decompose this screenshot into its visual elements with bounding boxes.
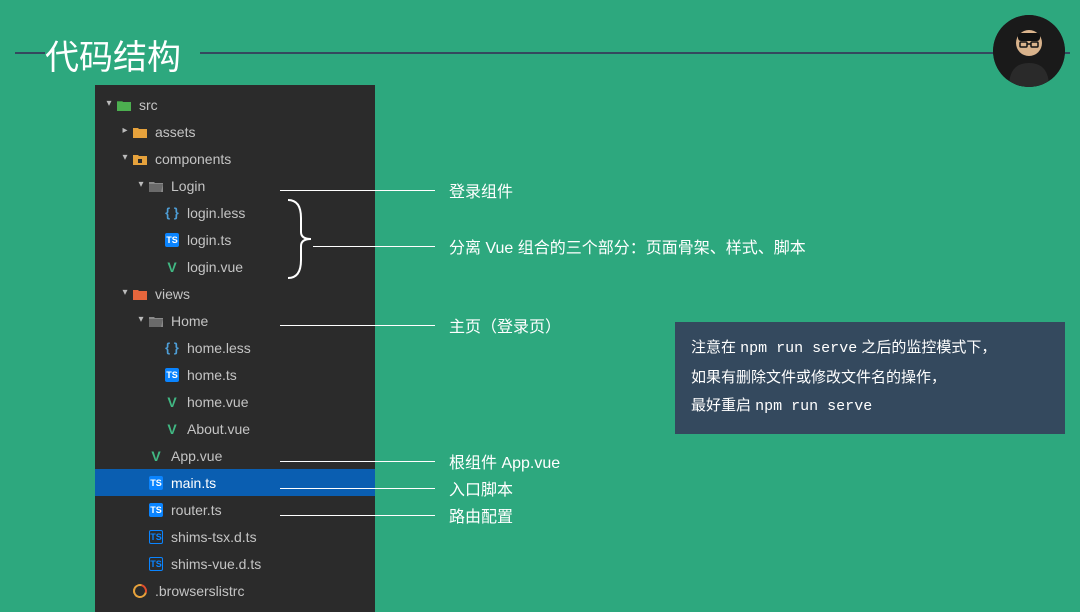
title-line-right	[200, 52, 1070, 54]
folder-src-icon	[115, 96, 133, 114]
tree-label: Home	[171, 313, 208, 329]
callout-line	[280, 325, 435, 326]
folder-assets-icon	[131, 123, 149, 141]
callout-text: 入口脚本	[449, 476, 513, 500]
ts-icon: TS	[163, 366, 181, 384]
tree-item-shims-vue[interactable]: TS shims-vue.d.ts	[95, 550, 375, 577]
tree-label: login.ts	[187, 232, 231, 248]
vue-icon: V	[163, 393, 181, 411]
tree-label: home.vue	[187, 394, 248, 410]
tree-item-views[interactable]: ▾ views	[95, 280, 375, 307]
tree-label: home.less	[187, 340, 251, 356]
brace-icon	[283, 198, 313, 280]
note-box: 注意在 npm run serve 之后的监控模式下， 如果有删除文件或修改文件…	[675, 322, 1065, 434]
folder-open-icon	[147, 177, 165, 195]
chevron-down-icon: ▾	[103, 98, 115, 109]
folder-components-icon	[131, 150, 149, 168]
dts-icon: TS	[147, 555, 165, 573]
tree-label: Login	[171, 178, 205, 194]
callout-text: 主页（登录页）	[449, 313, 561, 337]
note-line-2: 如果有删除文件或修改文件名的操作，	[691, 364, 1049, 393]
tree-label: views	[155, 286, 190, 302]
tree-item-home-vue[interactable]: V home.vue	[95, 388, 375, 415]
ts-icon: TS	[147, 474, 165, 492]
tree-item-assets[interactable]: ▸ assets	[95, 118, 375, 145]
tree-label: main.ts	[171, 475, 216, 491]
tree-label: shims-vue.d.ts	[171, 556, 261, 572]
vue-icon: V	[163, 258, 181, 276]
callout-text: 分离 Vue 组合的三个部分：页面骨架、样式、脚本	[449, 234, 806, 258]
tree-label: router.ts	[171, 502, 222, 518]
note-line-1: 注意在 npm run serve 之后的监控模式下，	[691, 334, 1049, 364]
tree-label: About.vue	[187, 421, 250, 437]
chevron-down-icon: ▾	[135, 314, 147, 325]
dts-icon: TS	[147, 528, 165, 546]
tree-label: home.ts	[187, 367, 237, 383]
less-icon: { }	[163, 204, 181, 222]
note-code: npm run serve	[755, 398, 872, 415]
folder-views-icon	[131, 285, 149, 303]
callout-text: 根组件 App.vue	[449, 449, 560, 473]
chevron-down-icon: ▾	[119, 287, 131, 298]
tree-item-home-ts[interactable]: TS home.ts	[95, 361, 375, 388]
callout-app: 根组件 App.vue	[280, 449, 560, 473]
callout-home: 主页（登录页）	[280, 313, 561, 337]
avatar	[993, 15, 1065, 87]
vue-icon: V	[147, 447, 165, 465]
less-icon: { }	[163, 339, 181, 357]
page-title: 代码结构	[45, 30, 181, 79]
tree-label: .browserslistrc	[155, 583, 244, 599]
callout-line	[280, 190, 435, 191]
chevron-right-icon: ▸	[119, 125, 131, 136]
tree-label: shims-tsx.d.ts	[171, 529, 257, 545]
callout-router: 路由配置	[280, 503, 513, 527]
note-text: 最好重启	[691, 397, 755, 414]
chevron-down-icon: ▾	[119, 152, 131, 163]
tree-item-src[interactable]: ▾ src	[95, 91, 375, 118]
note-text: 注意在	[691, 339, 740, 356]
callout-main: 入口脚本	[280, 476, 513, 500]
file-explorer: ▾ src ▸ assets ▾ components ▾ Login { } …	[95, 85, 375, 612]
tree-label: App.vue	[171, 448, 222, 464]
tree-item-components[interactable]: ▾ components	[95, 145, 375, 172]
chevron-down-icon: ▾	[135, 179, 147, 190]
callout-line	[280, 461, 435, 462]
ts-icon: TS	[163, 231, 181, 249]
callout-line	[280, 488, 435, 489]
tree-label: login.less	[187, 205, 245, 221]
callout-split: 分离 Vue 组合的三个部分：页面骨架、样式、脚本	[313, 234, 806, 258]
callout-text: 登录组件	[449, 178, 513, 202]
ts-icon: TS	[147, 501, 165, 519]
avatar-image	[993, 15, 1065, 87]
tree-label: login.vue	[187, 259, 243, 275]
note-line-3: 最好重启 npm run serve	[691, 392, 1049, 422]
tree-label: assets	[155, 124, 195, 140]
tree-item-shims-tsx[interactable]: TS shims-tsx.d.ts	[95, 523, 375, 550]
tree-item-about-vue[interactable]: V About.vue	[95, 415, 375, 442]
tree-label: src	[139, 97, 158, 113]
note-text: 之后的监控模式下，	[857, 339, 996, 356]
tree-item-browserslistrc[interactable]: .browserslistrc	[95, 577, 375, 604]
note-code: npm run serve	[740, 340, 857, 357]
tree-item-home-less[interactable]: { } home.less	[95, 334, 375, 361]
callout-text: 路由配置	[449, 503, 513, 527]
vue-icon: V	[163, 420, 181, 438]
callout-login: 登录组件	[280, 178, 513, 202]
browserslist-icon	[131, 582, 149, 600]
tree-label: components	[155, 151, 231, 167]
title-line-left	[15, 52, 45, 54]
folder-open-icon	[147, 312, 165, 330]
callout-line	[313, 246, 435, 247]
tree-item-login-less[interactable]: { } login.less	[95, 199, 375, 226]
callout-line	[280, 515, 435, 516]
